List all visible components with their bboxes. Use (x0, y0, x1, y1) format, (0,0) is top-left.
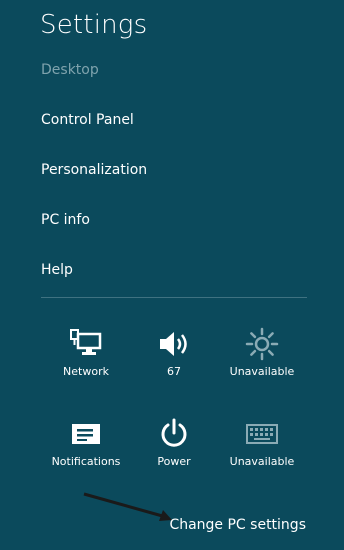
change-pc-settings-link[interactable]: Change PC settings (169, 517, 306, 533)
annotation-arrow-icon (83, 492, 172, 521)
